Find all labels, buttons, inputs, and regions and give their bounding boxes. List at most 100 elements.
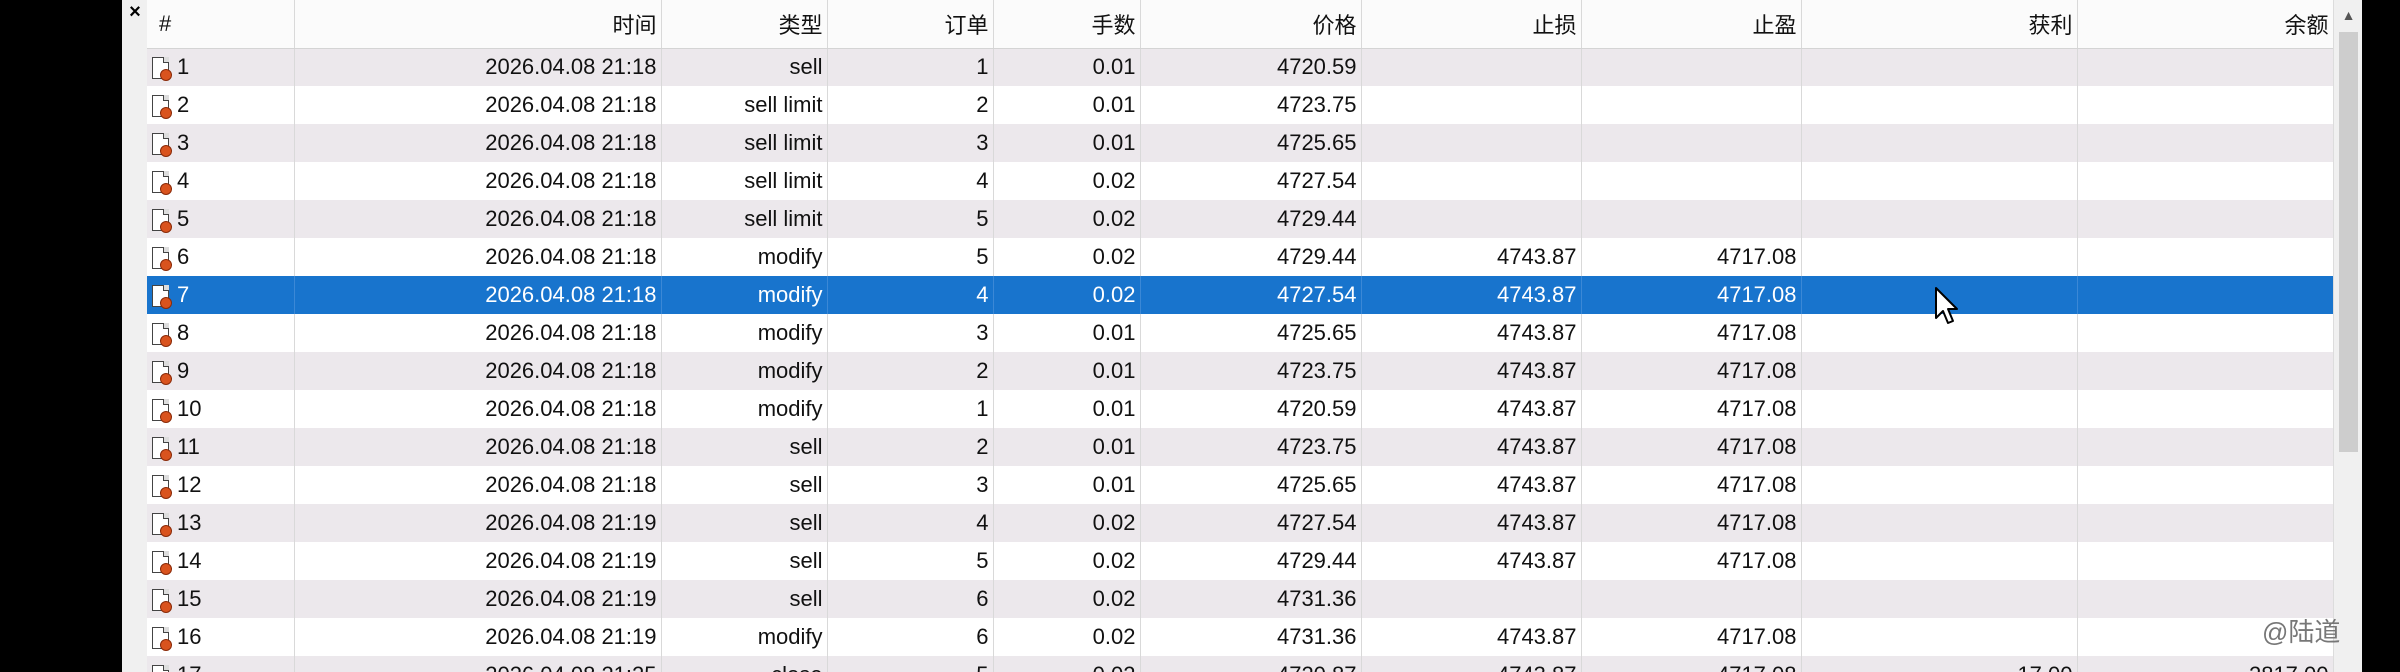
table-row[interactable]: 2 2026.04.08 21:18 sell limit 2 0.01 4723.75 — [147, 86, 2333, 124]
cell-take-profit — [1581, 124, 1802, 162]
table-row[interactable]: 8 2026.04.08 21:18 modify 3 0.01 4725.65 4743.… — [147, 314, 2333, 352]
table-row[interactable]: 5 2026.04.08 21:18 sell limit 5 0.02 4729.44 — [147, 200, 2333, 238]
table-row[interactable]: 15 2026.04.08 21:19 sell 6 0.02 4731.36 — [147, 580, 2333, 618]
cell-time: 2026.04.08 21:18 — [294, 314, 662, 352]
order-doc-icon — [151, 588, 172, 614]
cell-type: modify — [661, 314, 828, 352]
cell-order: 5 — [827, 200, 994, 238]
row-number-label: 9 — [177, 357, 190, 383]
cell-time: 2026.04.08 21:19 — [294, 618, 662, 656]
table-row[interactable]: 3 2026.04.08 21:18 sell limit 3 0.01 4725.65 — [147, 124, 2333, 162]
cell-take-profit: 4717.08 — [1581, 428, 1802, 466]
cell-balance — [2077, 428, 2333, 466]
cell-take-profit — [1581, 86, 1802, 124]
cell-profit — [1801, 580, 2078, 618]
scroll-up-arrow-icon[interactable]: ▲ — [2334, 0, 2363, 30]
order-doc-icon — [151, 436, 172, 462]
cell-time: 2026.04.08 21:18 — [294, 466, 662, 504]
cell-number: 16 — [147, 618, 295, 656]
cell-lots: 0.02 — [993, 542, 1141, 580]
cell-order: 5 — [827, 542, 994, 580]
order-doc-icon — [151, 360, 172, 386]
cell-number: 11 — [147, 428, 295, 466]
cell-price: 4727.54 — [1140, 504, 1362, 542]
cell-time: 2026.04.08 21:18 — [294, 390, 662, 428]
cell-take-profit — [1581, 200, 1802, 238]
vertical-scrollbar[interactable]: ▲ — [2333, 0, 2363, 672]
order-doc-icon — [151, 246, 172, 272]
cell-price: 4725.65 — [1140, 466, 1362, 504]
cell-number: 7 — [147, 276, 295, 314]
table-row[interactable]: 10 2026.04.08 21:18 modify 1 0.01 4720.59 4743… — [147, 390, 2333, 428]
cell-balance — [2077, 352, 2333, 390]
close-icon[interactable]: × — [122, 0, 148, 26]
history-table-container: # 时间 类型 订单 手数 价格 止损 止盈 获利 余额 1 2026.04.08… — [147, 0, 2333, 672]
column-header-type[interactable]: 类型 — [661, 0, 828, 49]
cell-time: 2026.04.08 21:18 — [294, 124, 662, 162]
cell-balance: 2817.00 — [2077, 656, 2333, 672]
table-body: 1 2026.04.08 21:18 sell 1 0.01 4720.59 2 2026.0… — [147, 48, 2333, 672]
row-number-label: 17 — [177, 662, 201, 672]
row-number-label: 14 — [177, 547, 202, 573]
cell-balance — [2077, 504, 2333, 542]
cell-number: 13 — [147, 504, 295, 542]
cell-take-profit: 4717.08 — [1581, 238, 1802, 276]
cell-order: 2 — [827, 86, 994, 124]
column-header-take-profit[interactable]: 止盈 — [1581, 0, 1802, 49]
column-header-lots[interactable]: 手数 — [993, 0, 1141, 49]
cell-type: sell — [661, 428, 828, 466]
table-row[interactable]: 11 2026.04.08 21:18 sell 2 0.01 4723.75 4743.8… — [147, 428, 2333, 466]
table-row[interactable]: 16 2026.04.08 21:19 modify 6 0.02 4731.36 4743… — [147, 618, 2333, 656]
table-row[interactable]: 9 2026.04.08 21:18 modify 2 0.01 4723.75 4743.… — [147, 352, 2333, 390]
cell-stop-loss: 4743.87 — [1361, 504, 1582, 542]
cell-type: sell — [661, 580, 828, 618]
column-header-order[interactable]: 订单 — [827, 0, 994, 49]
cell-profit — [1801, 238, 2078, 276]
cell-price: 4723.75 — [1140, 86, 1362, 124]
cell-type: sell limit — [661, 162, 828, 200]
table-row[interactable]: 6 2026.04.08 21:18 modify 5 0.02 4729.44 4743.… — [147, 238, 2333, 276]
cell-price: 4725.65 — [1140, 124, 1362, 162]
cell-take-profit: 4717.08 — [1581, 352, 1802, 390]
row-number-label: 3 — [177, 129, 190, 155]
cell-lots: 0.02 — [993, 580, 1141, 618]
cell-balance — [2077, 466, 2333, 504]
row-number-label: 4 — [177, 167, 190, 193]
cell-number: 5 — [147, 200, 295, 238]
column-header-stop-loss[interactable]: 止损 — [1361, 0, 1582, 49]
cell-number: 14 — [147, 542, 295, 580]
table-row[interactable]: 13 2026.04.08 21:19 sell 4 0.02 4727.54 4743.8… — [147, 504, 2333, 542]
row-number-label: 2 — [177, 91, 190, 117]
row-number-label: 8 — [177, 319, 190, 345]
scroll-thumb[interactable] — [2339, 32, 2358, 452]
table-row[interactable]: 7 2026.04.08 21:18 modify 4 0.02 4727.54 4743.… — [147, 276, 2333, 314]
column-header-price[interactable]: 价格 — [1140, 0, 1362, 49]
table-row[interactable]: 14 2026.04.08 21:19 sell 5 0.02 4729.44 4743.8… — [147, 542, 2333, 580]
order-doc-icon — [151, 56, 172, 82]
table-row[interactable]: 1 2026.04.08 21:18 sell 1 0.01 4720.59 — [147, 48, 2333, 86]
cell-order: 2 — [827, 352, 994, 390]
cell-price: 4723.75 — [1140, 352, 1362, 390]
cell-stop-loss: 4743.87 — [1361, 542, 1582, 580]
cell-balance — [2077, 542, 2333, 580]
column-header-profit[interactable]: 获利 — [1801, 0, 2078, 49]
table-row[interactable]: 17 2026.04.08 21:25close50.024720.874743.… — [147, 656, 2333, 672]
column-header-time[interactable]: 时间 — [294, 0, 662, 49]
order-doc-close-icon — [151, 664, 171, 672]
table-row[interactable]: 12 2026.04.08 21:18 sell 3 0.01 4725.65 4743.8… — [147, 466, 2333, 504]
cell-stop-loss: 4743.87 — [1361, 428, 1582, 466]
cell-stop-loss: 4743.87 — [1361, 352, 1582, 390]
cell-stop-loss — [1361, 48, 1582, 86]
cell-lots: 0.01 — [993, 86, 1141, 124]
cell-number: 3 — [147, 124, 295, 162]
cell-take-profit: 4717.08 — [1581, 390, 1802, 428]
cell-stop-loss: 4743.87 — [1361, 466, 1582, 504]
cell-lots: 0.01 — [993, 390, 1141, 428]
cell-time: 2026.04.08 21:18 — [294, 200, 662, 238]
left-black-border — [0, 0, 122, 672]
cell-profit — [1801, 390, 2078, 428]
cell-stop-loss: 4743.87 — [1361, 390, 1582, 428]
column-header-balance[interactable]: 余额 — [2077, 0, 2333, 49]
column-header-number[interactable]: # — [147, 0, 295, 49]
table-row[interactable]: 4 2026.04.08 21:18 sell limit 4 0.02 4727.54 — [147, 162, 2333, 200]
